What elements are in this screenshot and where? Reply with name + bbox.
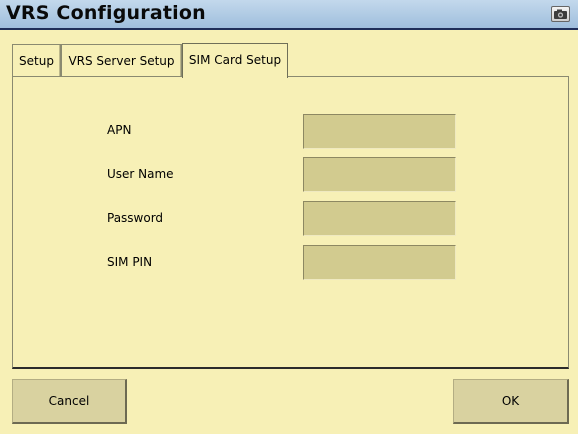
password-field[interactable] [303, 201, 456, 236]
title-bar: VRS Configuration [0, 0, 578, 30]
ok-button[interactable]: OK [453, 379, 569, 424]
tab-vrs-server-setup-label: VRS Server Setup [68, 54, 175, 68]
tab-vrs-server-setup[interactable]: VRS Server Setup [61, 44, 182, 77]
cancel-button-label: Cancel [48, 394, 90, 408]
apn-label: APN [107, 123, 132, 137]
sim-pin-field[interactable] [303, 245, 456, 280]
window-title: VRS Configuration [6, 2, 206, 24]
ok-button-label: OK [501, 394, 520, 408]
apn-field[interactable] [303, 114, 456, 149]
cancel-button[interactable]: Cancel [12, 379, 127, 424]
tab-sim-card-setup[interactable]: SIM Card Setup [182, 43, 288, 78]
tab-setup[interactable]: Setup [12, 44, 61, 77]
tab-sim-card-setup-label: SIM Card Setup [188, 53, 282, 67]
user-name-field[interactable] [303, 157, 456, 192]
tab-setup-label: Setup [19, 54, 54, 68]
sim-pin-label: SIM PIN [107, 255, 153, 269]
password-label: Password [107, 211, 164, 225]
user-name-label: User Name [107, 167, 174, 181]
sim-card-setup-panel [12, 76, 569, 369]
camera-icon [554, 9, 567, 19]
screenshot-button[interactable] [551, 6, 570, 22]
